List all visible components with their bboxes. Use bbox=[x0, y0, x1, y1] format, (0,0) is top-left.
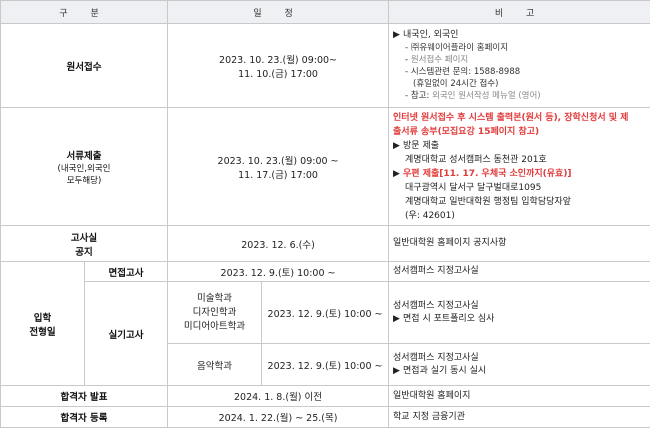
documents-mail: 우편 제출[11. 17. 우체국 소인까지(유효)] bbox=[403, 169, 572, 179]
art-note-1: 성서캠퍼스 지정고사실 bbox=[393, 300, 646, 313]
application-note-6-row: - 참고: 외국인 원서작성 메뉴얼 (영어) bbox=[393, 90, 646, 102]
documents-visit-address: 계명대학교 성서캠퍼스 동천관 201호 bbox=[393, 153, 646, 167]
dept-fine-art: 미술학과 bbox=[172, 292, 257, 306]
application-date: 2023. 10. 23.(월) 09:00~ 11. 10.(금) 17:00 bbox=[168, 24, 389, 108]
register-label: 합격자 등록 bbox=[1, 407, 168, 428]
row-exam-notice: 고사실 공지 2023. 12. 6.(수) 일반대학원 홈페이지 공지사항 bbox=[1, 226, 650, 262]
application-label: 원서접수 bbox=[1, 24, 168, 108]
triangle-bullet-icon: ▶ bbox=[393, 29, 403, 42]
documents-sublabel-1: (내국인,외국인 bbox=[5, 162, 163, 174]
music-notes: 성서캠퍼스 지정고사실 ▶면접과 실기 동시 실시 bbox=[389, 344, 650, 386]
row-documents: 서류제출 (내국인,외국인 모두해당) 2023. 10. 23.(월) 09:… bbox=[1, 108, 650, 226]
documents-label-cell: 서류제출 (내국인,외국인 모두해당) bbox=[1, 108, 168, 226]
music-note-2: 면접과 실기 동시 실시 bbox=[403, 366, 486, 376]
row-application: 원서접수 2023. 10. 23.(월) 09:00~ 11. 10.(금) … bbox=[1, 24, 650, 108]
practical-label: 실기고사 bbox=[85, 282, 168, 386]
application-note-6-prefix: 참고: bbox=[411, 91, 432, 101]
dept-design: 디자인학과 bbox=[172, 306, 257, 320]
triangle-bullet-icon: ▶ bbox=[393, 313, 403, 326]
art-departments: 미술학과 디자인학과 미디어아트학과 bbox=[168, 282, 262, 344]
music-note-1: 성서캠퍼스 지정고사실 bbox=[393, 352, 646, 365]
announce-note: 일반대학원 홈페이지 bbox=[389, 386, 650, 407]
documents-mail-zip: (우: 42601) bbox=[393, 209, 646, 223]
interview-note: 성서캠퍼스 지정고사실 bbox=[389, 262, 650, 282]
exam-notice-label-2: 공지 bbox=[5, 244, 163, 258]
documents-date: 2023. 10. 23.(월) 09:00 ~ 11. 17.(금) 17:0… bbox=[168, 108, 389, 226]
exam-notice-label-1: 고사실 bbox=[5, 230, 163, 244]
documents-notes: 인터넷 원서접수 후 시스템 출력본(원서 등), 장학신청서 및 제 출서류 … bbox=[389, 108, 650, 226]
application-page-link[interactable]: 원서접수 페이지 bbox=[411, 55, 468, 65]
application-notes: ▶내국인, 외국인 - ㈜유웨이어플라이 홈페이지 - 원서접수 페이지 - 시… bbox=[389, 24, 650, 108]
documents-label: 서류제출 bbox=[5, 148, 163, 162]
interview-label: 면접고사 bbox=[85, 262, 168, 282]
header-schedule: 일 정 bbox=[168, 1, 389, 24]
foreign-manual-link[interactable]: 외국인 원서작성 메뉴얼 (영어) bbox=[432, 91, 541, 101]
application-note-5: (휴일없이 24시간 접수) bbox=[393, 78, 646, 90]
documents-mail-address-1: 대구광역시 달서구 달구벌대로1095 bbox=[393, 181, 646, 195]
application-note-2: ㈜유웨이어플라이 홈페이지 bbox=[411, 43, 508, 53]
documents-visit: 방문 제출 bbox=[403, 141, 439, 151]
documents-sublabel-2: 모두해당) bbox=[5, 174, 163, 186]
exam-day-label-cell: 입학 전형일 bbox=[1, 262, 85, 386]
exam-day-label-2: 전형일 bbox=[5, 324, 80, 338]
application-date-line2: 11. 10.(금) 17:00 bbox=[172, 66, 384, 80]
dept-music: 음악학과 bbox=[168, 344, 262, 386]
application-note-4-row: - 시스템관련 문의: 1588-8988 bbox=[393, 66, 646, 78]
exam-day-label-1: 입학 bbox=[5, 310, 80, 324]
documents-mail-address-2: 계명대학교 일반대학원 행정팀 입학담당자앞 bbox=[393, 195, 646, 209]
art-notes: 성서캠퍼스 지정고사실 ▶면접 시 포트폴리오 심사 bbox=[389, 282, 650, 344]
documents-date-line1: 2023. 10. 23.(월) 09:00 ~ bbox=[172, 153, 384, 167]
application-note-2-row: - ㈜유웨이어플라이 홈페이지 bbox=[393, 42, 646, 54]
schedule-table: 구 분 일 정 비 고 원서접수 2023. 10. 23.(월) 09:00~… bbox=[0, 0, 650, 428]
row-practical-art: 실기고사 미술학과 디자인학과 미디어아트학과 2023. 12. 9.(토) … bbox=[1, 282, 650, 344]
art-date: 2023. 12. 9.(토) 10:00 ~ bbox=[262, 282, 389, 344]
application-note-1: 내국인, 외국인 bbox=[403, 30, 458, 40]
exam-notice-date: 2023. 12. 6.(수) bbox=[168, 226, 389, 262]
register-date: 2024. 1. 22.(월) ~ 25.(목) bbox=[168, 407, 389, 428]
row-register: 합격자 등록 2024. 1. 22.(월) ~ 25.(목) 학교 지정 금융… bbox=[1, 407, 650, 428]
triangle-bullet-icon: ▶ bbox=[393, 167, 403, 181]
announce-label: 합격자 발표 bbox=[1, 386, 168, 407]
interview-date: 2023. 12. 9.(토) 10:00 ~ bbox=[168, 262, 389, 282]
announce-date: 2024. 1. 8.(월) 이전 bbox=[168, 386, 389, 407]
triangle-bullet-icon: ▶ bbox=[393, 365, 403, 378]
documents-date-line2: 11. 17.(금) 17:00 bbox=[172, 167, 384, 181]
application-note-3-row[interactable]: - 원서접수 페이지 bbox=[393, 54, 646, 66]
application-date-line1: 2023. 10. 23.(월) 09:00~ bbox=[172, 52, 384, 66]
header-remarks: 비 고 bbox=[389, 1, 650, 24]
exam-notice-label-cell: 고사실 공지 bbox=[1, 226, 168, 262]
music-date: 2023. 12. 9.(토) 10:00 ~ bbox=[262, 344, 389, 386]
row-interview: 입학 전형일 면접고사 2023. 12. 9.(토) 10:00 ~ 성서캠퍼… bbox=[1, 262, 650, 282]
documents-red-note-1: 인터넷 원서접수 후 시스템 출력본(원서 등), 장학신청서 및 제 bbox=[393, 111, 646, 125]
art-note-2: 면접 시 포트폴리오 심사 bbox=[403, 314, 494, 324]
exam-notice-note: 일반대학원 홈페이지 공지사항 bbox=[389, 226, 650, 262]
application-note-4: 시스템관련 문의: 1588-8988 bbox=[411, 67, 520, 77]
row-announce: 합격자 발표 2024. 1. 8.(월) 이전 일반대학원 홈페이지 bbox=[1, 386, 650, 407]
header-category: 구 분 bbox=[1, 1, 168, 24]
register-note: 학교 지정 금융기관 bbox=[389, 407, 650, 428]
dept-media-art: 미디어아트학과 bbox=[172, 320, 257, 334]
documents-red-note-2: 출서류 송부(모집요강 15페이지 참고) bbox=[393, 125, 646, 139]
triangle-bullet-icon: ▶ bbox=[393, 139, 403, 153]
